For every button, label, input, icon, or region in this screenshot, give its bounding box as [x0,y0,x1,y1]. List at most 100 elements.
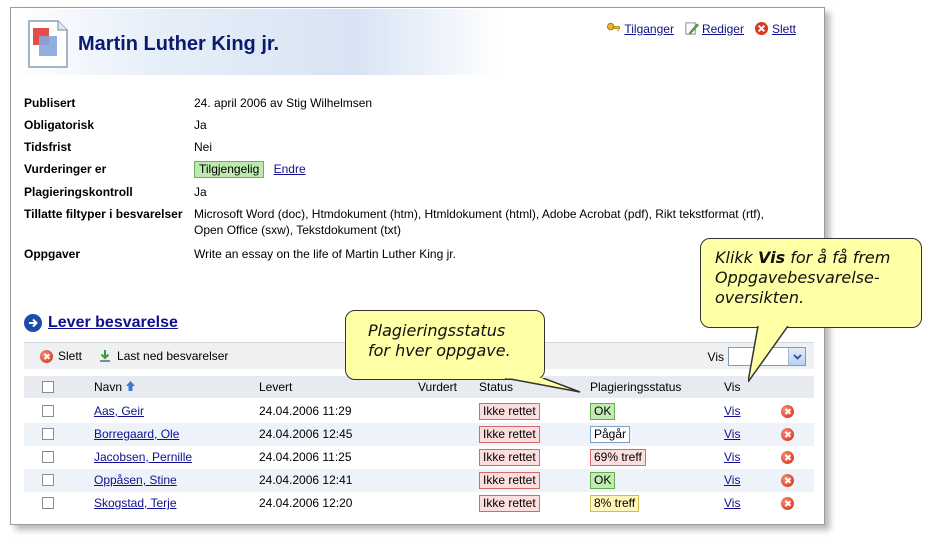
status-badge: Ikke rettet [479,472,540,489]
toolbar-delete-button[interactable]: Slett [40,349,82,363]
row-delete-icon[interactable] [781,451,794,464]
delete-icon [754,21,769,36]
property-assessments: Vurderinger er Tilgjengelig Endre [24,161,784,178]
plagiarism-callout-pointer [505,378,581,393]
property-mandatory: Obligatorisk Ja [24,117,784,133]
row-checkbox[interactable] [42,497,54,509]
delete-icon [40,349,53,363]
plagiarism-callout-line2: for hver oppgave. [368,341,511,360]
row-delete-icon[interactable] [781,497,794,510]
show-link[interactable]: Vis [724,471,740,489]
property-label: Tillatte filtyper i besvarelser [24,207,183,221]
delivered-time: 24.04.2006 12:41 [259,473,353,487]
property-label: Tidsfrist [24,140,72,154]
show-link[interactable]: Vis [724,494,740,512]
table-row: Skogstad, Terje 24.04.2006 12:20 Ikke re… [24,492,814,515]
column-header-delivered[interactable]: Levert [259,378,292,396]
table-row: Jacobsen, Pernille 24.04.2006 11:25 Ikke… [24,446,814,469]
property-tasks: Oppgaver Write an essay on the life of M… [24,246,784,262]
column-header-assessed[interactable]: Vurdert [418,378,457,396]
toolbar-delete-label: Slett [58,349,83,363]
column-header-name[interactable]: Navn [94,378,136,396]
edit-icon [685,22,699,35]
row-checkbox[interactable] [42,474,54,486]
status-badge: Ikke rettet [479,426,540,443]
table-row: Oppåsen, Stine 24.04.2006 12:41 Ikke ret… [24,469,814,492]
access-link[interactable]: Tilganger [606,21,674,36]
student-name-link[interactable]: Borregaard, Ole [94,425,179,443]
edit-link[interactable]: Rediger [684,21,744,36]
delivered-time: 24.04.2006 12:45 [259,427,353,441]
arrow-right-icon [24,314,42,332]
availability-badge: Tilgjengelig [194,161,265,178]
assignment-properties: Publisert 24. april 2006 av Stig Wilhelm… [24,95,784,268]
vis-callout-pointer [748,326,789,383]
row-checkbox[interactable] [42,405,54,417]
toolbar-download-label: Last ned besvarelser [117,349,229,363]
vis-callout-line2: Oppgavebesvarelse- [715,268,880,287]
delete-link-label: Slett [771,21,796,36]
submit-answer-link[interactable]: Lever besvarelse [24,314,178,332]
vis-callout: Klikk Vis for å få frem Oppgavebesvarels… [700,238,922,328]
table-row: Borregaard, Ole 24.04.2006 12:45 Ikke re… [24,423,814,446]
key-icon [607,22,621,32]
delivered-time: 24.04.2006 12:20 [259,496,353,510]
delivered-time: 24.04.2006 11:25 [259,450,352,464]
document-icon [28,20,68,68]
delete-link[interactable]: Slett [754,21,796,36]
property-value: Write an essay on the life of Martin Lut… [194,247,456,261]
column-header-show: Vis [724,380,741,394]
property-value: Microsoft Word (doc), Htmdokument (htm),… [194,207,764,237]
row-checkbox[interactable] [42,451,54,463]
sort-up-icon [126,381,136,391]
plagiarism-callout-line1: Plagieringsstatus [368,321,506,340]
property-label: Plagieringskontroll [24,185,133,199]
edit-link-label: Rediger [701,21,744,36]
status-badge: Ikke rettet [479,449,540,466]
property-deadline: Tidsfrist Nei [24,139,784,155]
property-value: Ja [194,118,207,132]
property-published: Publisert 24. april 2006 av Stig Wilhelm… [24,95,784,111]
plagiarism-badge: 8% treff [590,495,640,512]
plagiarism-badge: OK [590,472,616,489]
row-delete-icon[interactable] [781,405,794,418]
student-name-link[interactable]: Aas, Geir [94,402,144,420]
status-badge: Ikke rettet [479,495,540,512]
property-label: Obligatorisk [24,118,95,132]
change-link[interactable]: Endre [274,162,306,176]
show-link[interactable]: Vis [724,425,740,443]
property-file-types: Tillatte filtyper i besvarelser Microsof… [24,206,784,240]
status-badge: Ikke rettet [479,403,540,420]
row-delete-icon[interactable] [781,428,794,441]
page-actions: Tilganger Rediger Slett [606,21,796,36]
student-name-link[interactable]: Jacobsen, Pernille [94,448,192,466]
access-link-label: Tilganger [624,21,674,36]
show-link[interactable]: Vis [724,402,740,420]
student-name-link[interactable]: Skogstad, Terje [94,494,177,512]
submit-answer-label: Lever besvarelse [48,314,178,331]
vis-callout-line3: oversikten. [715,288,805,307]
column-header-plagiarism[interactable]: Plagieringsstatus [590,378,681,396]
row-checkbox[interactable] [42,428,54,440]
show-filter-label: Vis [707,349,724,364]
property-label: Publisert [24,96,76,110]
property-label: Oppgaver [24,247,81,261]
plagiarism-badge: 69% treff [590,449,646,466]
property-label: Vurderinger er [24,162,107,176]
plagiarism-badge: Pågår [590,426,631,443]
property-value: Nei [194,140,213,154]
download-icon [100,350,111,362]
table-row: Aas, Geir 24.04.2006 11:29 Ikke rettet O… [24,400,814,423]
show-link[interactable]: Vis [724,448,740,466]
plagiarism-badge: OK [590,403,616,420]
student-name-link[interactable]: Oppåsen, Stine [94,471,177,489]
page-header: Martin Luther King jr. [12,9,502,75]
row-delete-icon[interactable] [781,474,794,487]
property-value: 24. april 2006 av Stig Wilhelmsen [194,96,373,110]
select-all-checkbox[interactable] [42,381,54,393]
delivered-time: 24.04.2006 11:29 [259,404,352,418]
property-plagiarism-check: Plagieringskontroll Ja [24,184,784,200]
plagiarism-callout: Plagieringsstatus for hver oppgave. [345,310,545,380]
toolbar-download-button[interactable]: Last ned besvarelser [98,349,228,363]
page-title: Martin Luther King jr. [78,33,280,55]
